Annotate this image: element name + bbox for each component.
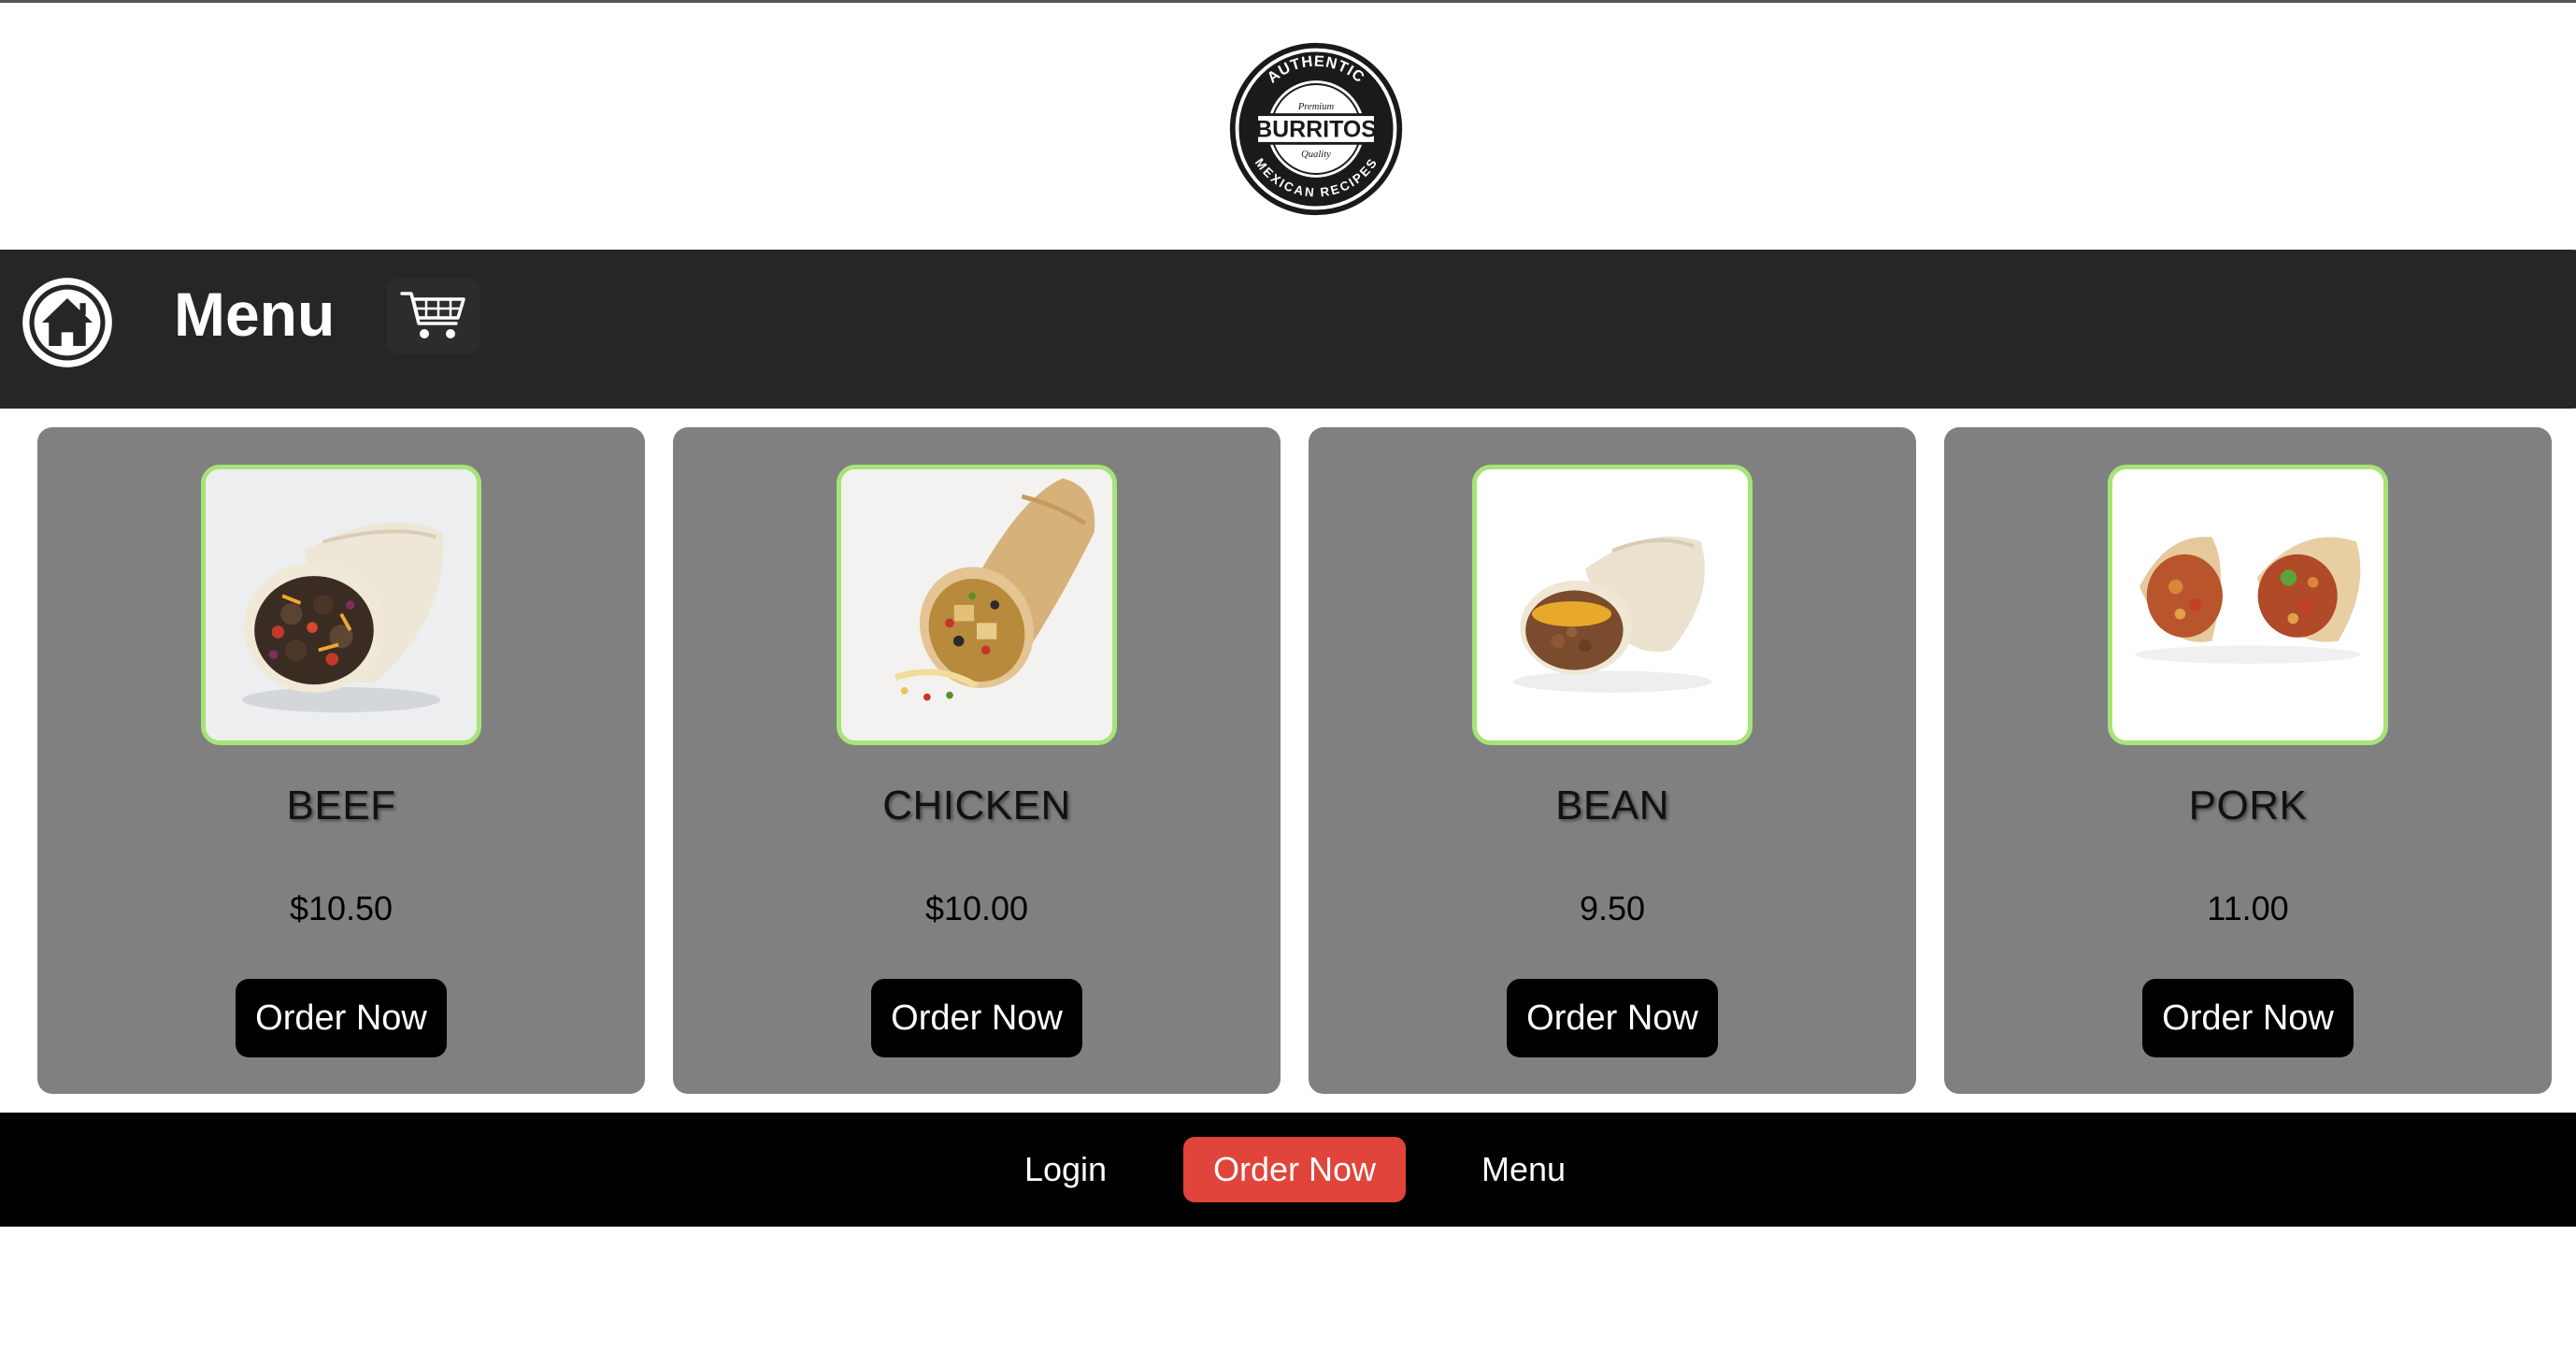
menu-card-beef: BEEF $10.50 Order Now	[37, 427, 645, 1094]
item-price: 9.50	[1579, 889, 1646, 927]
logo-quality: Quality	[1301, 150, 1331, 160]
menu-card-pork: PORK 11.00 Order Now	[1944, 427, 2552, 1094]
beef-burrito-image	[201, 465, 481, 745]
order-now-button-pork[interactable]: Order Now	[2142, 979, 2354, 1057]
order-now-button-beef[interactable]: Order Now	[236, 979, 447, 1057]
menu-card-grid: BEEF $10.50 Order Now CHICKEN $10.00 Ord…	[37, 427, 2552, 1094]
menu-card-chicken: CHICKEN $10.00 Order Now	[673, 427, 1281, 1094]
order-now-button-bean[interactable]: Order Now	[1507, 979, 1718, 1057]
menu-card-bean: BEAN 9.50 Order Now	[1309, 427, 1916, 1094]
top-divider	[0, 0, 2576, 3]
item-name: CHICKEN	[882, 783, 1071, 828]
item-name: BEEF	[286, 783, 396, 828]
home-button[interactable]	[19, 274, 116, 371]
home-icon	[22, 278, 112, 367]
brand-logo: AUTHENTIC MEXICAN RECIPES Premium BURRIT…	[1226, 39, 1406, 219]
logo-premium: Premium	[1297, 102, 1335, 112]
chicken-burrito-image	[837, 465, 1117, 745]
pork-burrito-image	[2108, 465, 2388, 745]
footer-nav: Login Order Now Menu	[0, 1113, 2576, 1227]
item-name: BEAN	[1555, 783, 1669, 828]
cart-icon	[400, 292, 465, 338]
cart-button[interactable]	[387, 279, 480, 353]
footer-order-now-link[interactable]: Order Now	[1183, 1137, 1406, 1202]
item-price: $10.50	[289, 889, 394, 927]
logo-brand: BURRITOS	[1255, 117, 1377, 143]
item-price: $10.00	[924, 889, 1029, 927]
footer-menu-link[interactable]: Menu	[1467, 1137, 1580, 1202]
item-name: PORK	[2188, 783, 2308, 828]
item-price: 11.00	[2207, 889, 2289, 927]
page-title: Menu	[174, 280, 336, 349]
bean-burrito-image	[1472, 465, 1753, 745]
footer-login-link[interactable]: Login	[1009, 1137, 1122, 1202]
order-now-button-chicken[interactable]: Order Now	[871, 979, 1082, 1057]
